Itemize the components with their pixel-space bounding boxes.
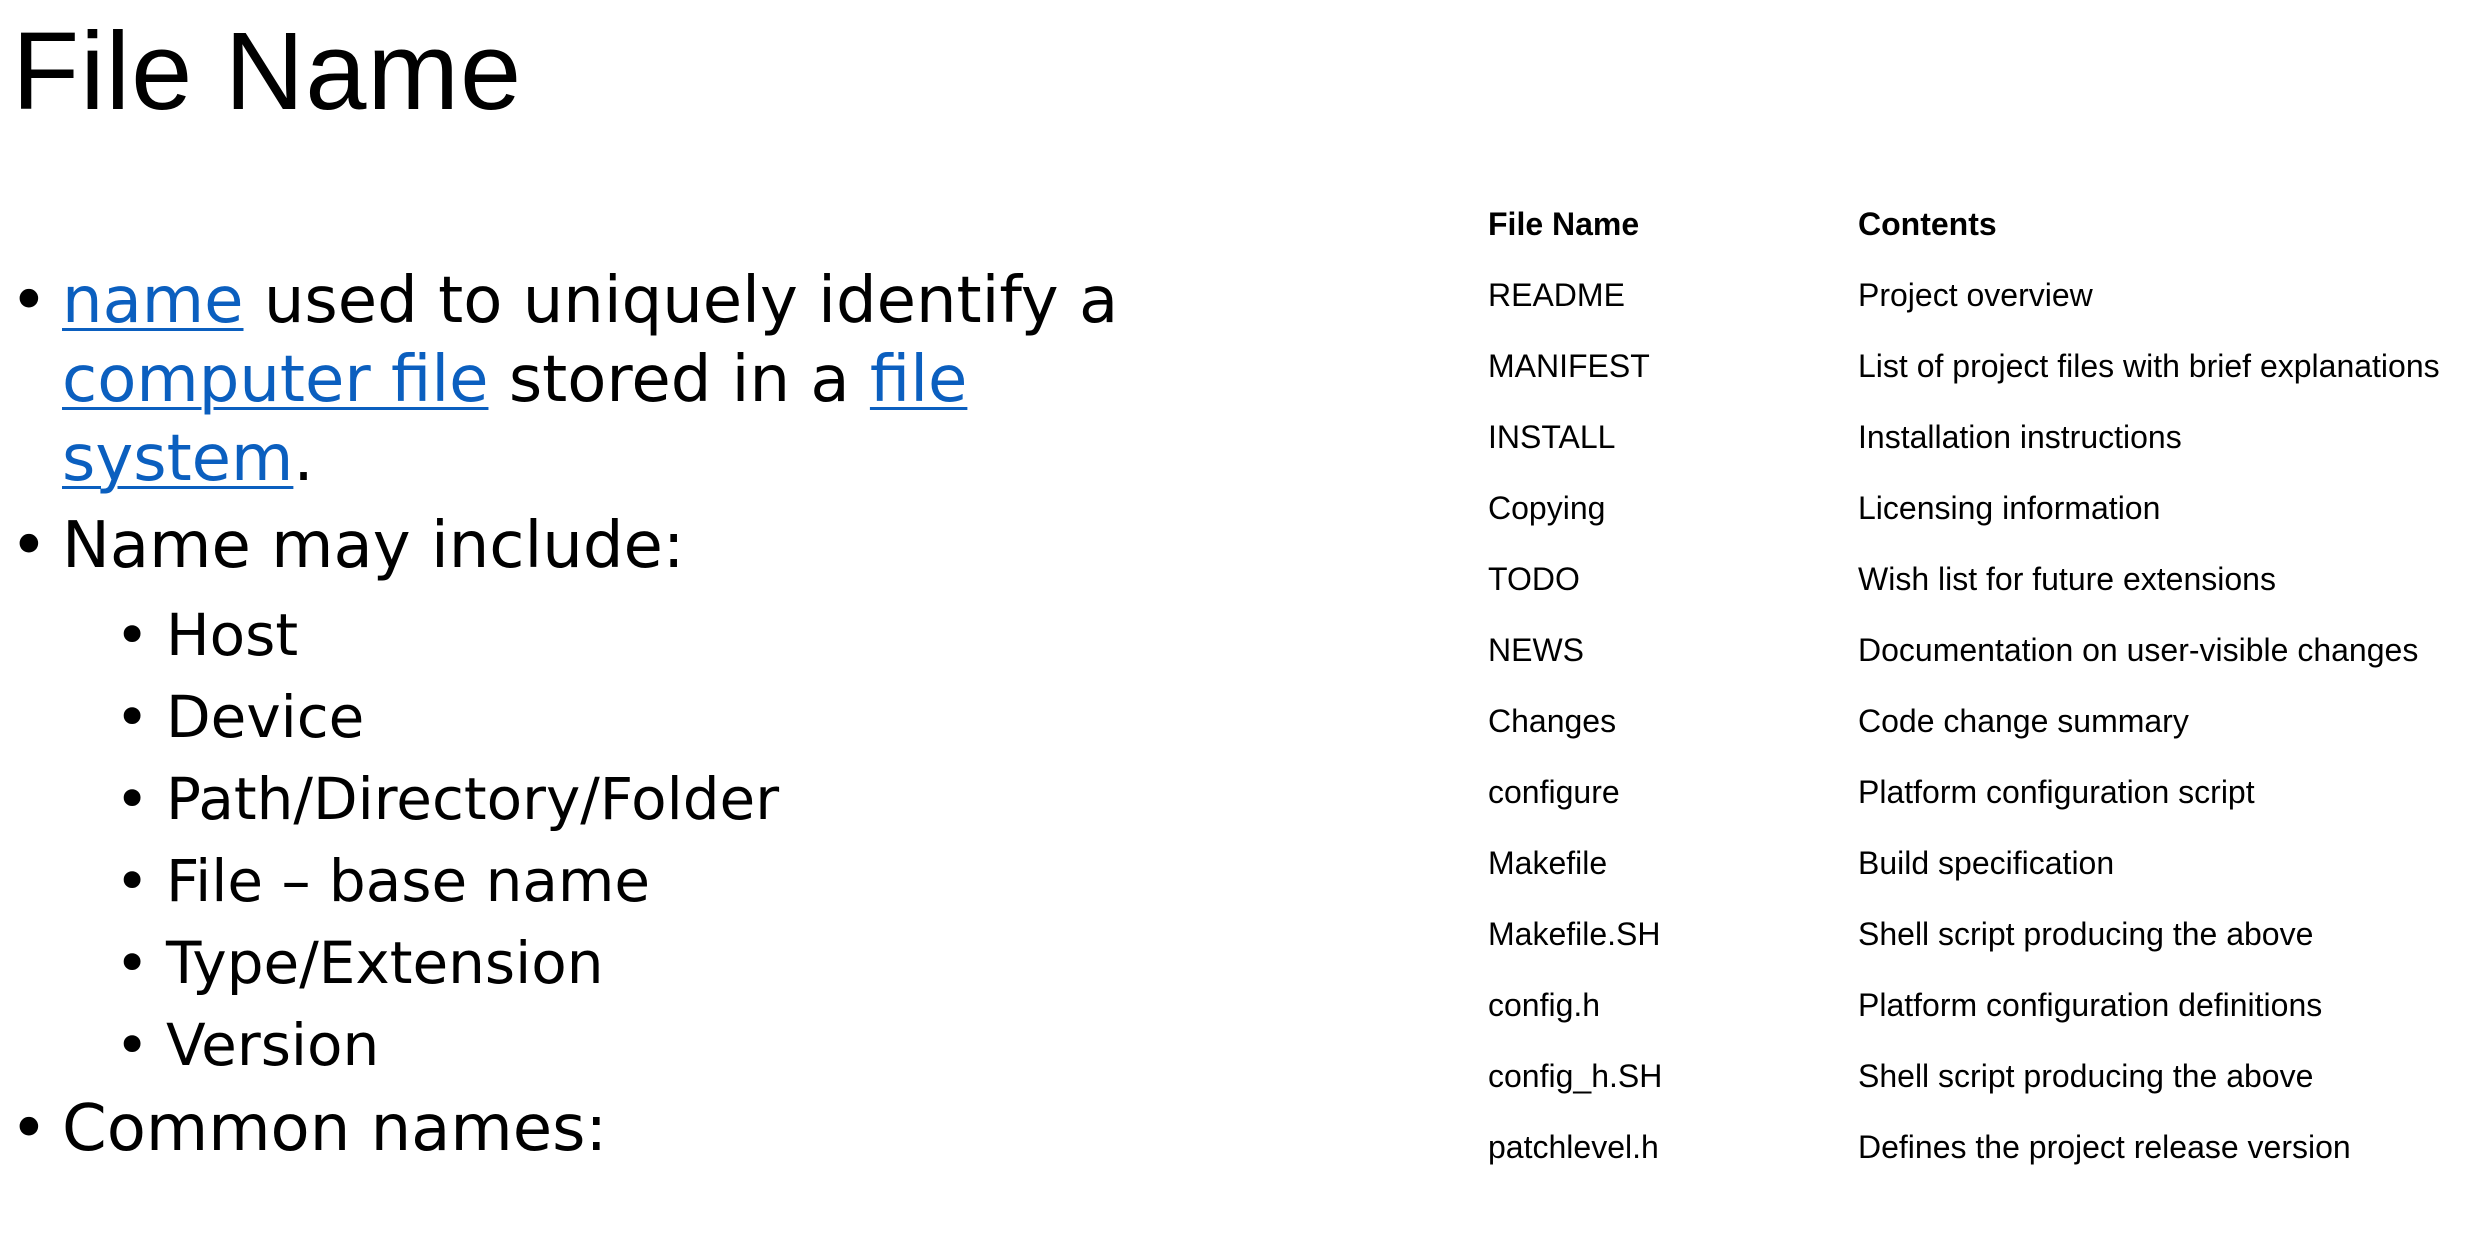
file-name-cell: Makefile <box>1488 845 1608 881</box>
may-include-text: Name may include: <box>62 509 685 583</box>
sub-bullet-item: • Path/Directory/Folder <box>0 758 1180 840</box>
contents-cell: Documentation on user-visible changes <box>1858 632 2419 668</box>
contents-cell: List of project files with brief explana… <box>1858 348 2440 384</box>
table-row: INSTALL Installation instructions <box>1488 402 2440 473</box>
table-row: MANIFEST List of project files with brief… <box>1488 331 2440 402</box>
file-name-cell: config_h.SH <box>1488 1058 1663 1094</box>
sub-bullet-label: Host <box>166 601 299 669</box>
contents-cell: Platform configuration definitions <box>1858 987 2323 1023</box>
sub-bullet-label: Type/Extension <box>166 929 604 997</box>
table-row: Copying Licensing information <box>1488 473 2440 544</box>
contents-cell: Shell script producing the above <box>1858 916 2314 952</box>
contents-cell: Project overview <box>1858 277 2093 313</box>
sub-bullet-label: Version <box>166 1011 380 1079</box>
common-files-table: File Name Contents README Project overvie… <box>1488 189 2440 1183</box>
file-name-cell: TODO <box>1488 561 1580 597</box>
bullet-dot: • <box>10 509 48 583</box>
bullet-dot: • <box>10 1092 48 1166</box>
table-row: config_h.SH Shell script producing the ab… <box>1488 1041 2440 1112</box>
bullet-common-names: • Common names: <box>0 1090 1180 1169</box>
header-file-name: File Name <box>1488 206 1640 242</box>
sub-bullet-dot: • <box>115 847 150 915</box>
sub-bullet-dot: • <box>115 601 150 669</box>
sub-bullet-item: • Host <box>0 594 1180 676</box>
table-row: Makefile Build specification <box>1488 828 2440 899</box>
table-row: README Project overview <box>1488 260 2440 331</box>
definition-text-2: stored in a <box>488 343 870 417</box>
table-row: configure Platform configuration script <box>1488 757 2440 828</box>
contents-cell: Code change summary <box>1858 703 2189 739</box>
contents-cell: Installation instructions <box>1858 419 2182 455</box>
definition-text-3: . <box>293 422 314 496</box>
bullet-may-include: • Name may include: <box>0 507 1180 586</box>
file-name-cell: NEWS <box>1488 632 1584 668</box>
contents-cell: Licensing information <box>1858 490 2161 526</box>
contents-cell: Platform configuration script <box>1858 774 2255 810</box>
bullet-definition: • name used to uniquely identify a compu… <box>0 262 1180 499</box>
sub-bullet-item: • File – base name <box>0 840 1180 922</box>
contents-cell: Wish list for future extensions <box>1858 561 2276 597</box>
definition-text-1: used to uniquely identify a <box>243 264 1119 338</box>
sub-bullet-label: Device <box>166 683 365 751</box>
sub-bullet-dot: • <box>115 929 150 997</box>
file-name-cell: patchlevel.h <box>1488 1129 1659 1165</box>
link-computer-file[interactable]: computer file <box>62 343 488 417</box>
file-name-cell: Copying <box>1488 490 1606 526</box>
table-row: NEWS Documentation on user-visible change… <box>1488 615 2440 686</box>
bullet-list: • name used to uniquely identify a compu… <box>0 262 1180 1177</box>
contents-cell: Shell script producing the above <box>1858 1058 2314 1094</box>
table-row: Makefile.SH Shell script producing the ab… <box>1488 899 2440 970</box>
sub-bullet-item: • Version <box>0 1004 1180 1086</box>
common-names-text: Common names: <box>62 1092 607 1166</box>
header-contents: Contents <box>1858 206 1997 242</box>
sub-bullet-label: Path/Directory/Folder <box>166 765 780 833</box>
link-name[interactable]: name <box>62 264 244 338</box>
sub-bullet-list: • Host • Device • Path/Directory/Folder • Fi… <box>0 594 1180 1086</box>
sub-bullet-dot: • <box>115 765 150 833</box>
contents-cell: Build specification <box>1858 845 2115 881</box>
sub-bullet-dot: • <box>115 1011 150 1079</box>
file-name-cell: README <box>1488 277 1625 313</box>
table-row: TODO Wish list for future extensions <box>1488 544 2440 615</box>
file-name-cell: Makefile.SH <box>1488 916 1661 952</box>
table-row: config.h Platform configuration definitio… <box>1488 970 2440 1041</box>
file-name-cell: INSTALL <box>1488 419 1616 455</box>
table-row: patchlevel.h Defines the project release … <box>1488 1112 2440 1183</box>
sub-bullet-label: File – base name <box>166 847 651 915</box>
table-header-row: File Name Contents <box>1488 189 2440 260</box>
file-name-cell: Changes <box>1488 703 1617 739</box>
slide-title: File Name <box>12 10 523 133</box>
file-name-cell: MANIFEST <box>1488 348 1650 384</box>
sub-bullet-dot: • <box>115 683 150 751</box>
contents-cell: Defines the project release version <box>1858 1129 2351 1165</box>
file-name-cell: config.h <box>1488 987 1601 1023</box>
bullet-dot: • <box>10 264 48 338</box>
sub-bullet-item: • Type/Extension <box>0 922 1180 1004</box>
file-name-cell: configure <box>1488 774 1620 810</box>
sub-bullet-item: • Device <box>0 676 1180 758</box>
table-row: Changes Code change summary <box>1488 686 2440 757</box>
